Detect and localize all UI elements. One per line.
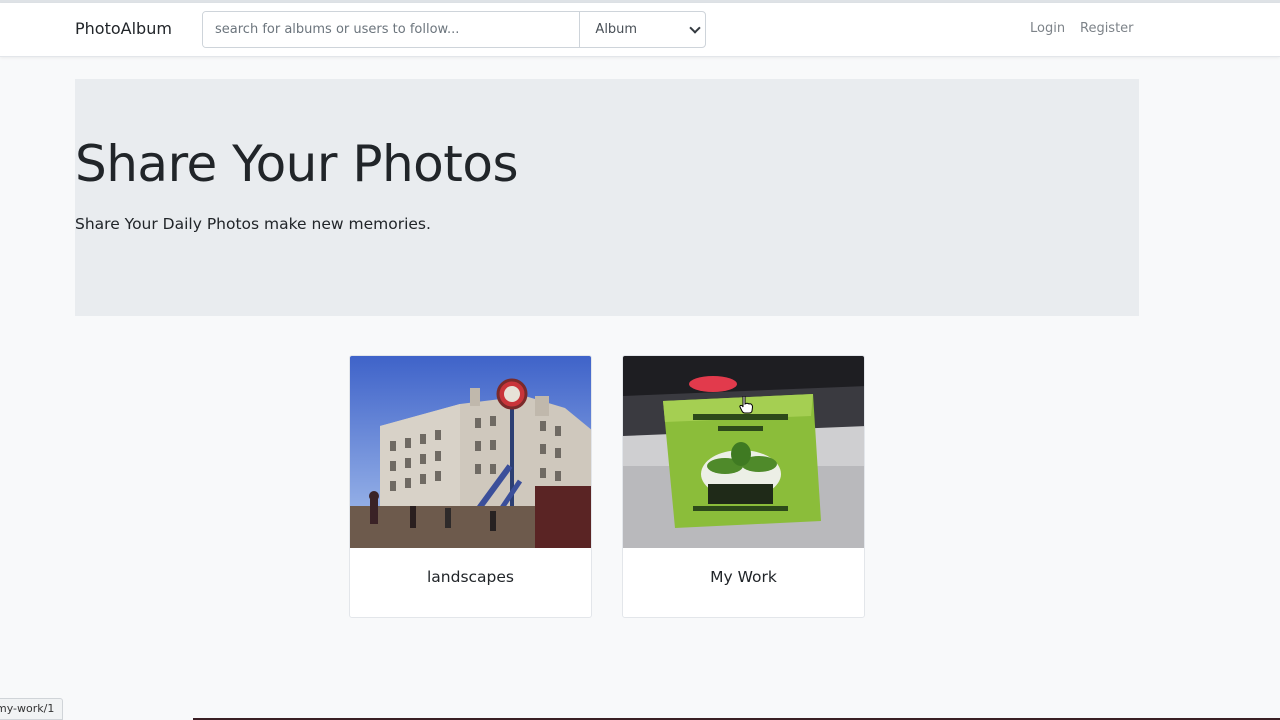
album-thumbnail-landscapes[interactable] xyxy=(350,356,591,548)
hero-title: Share Your Photos xyxy=(75,135,519,193)
album-thumbnail-my-work[interactable] xyxy=(623,356,864,548)
brand-logo-link[interactable]: PhotoAlbum xyxy=(75,19,172,38)
hero-lead: Share Your Daily Photos make new memorie… xyxy=(75,215,431,233)
search-group: Album xyxy=(202,11,706,48)
chevron-down-icon xyxy=(689,21,701,34)
album-card-landscapes[interactable]: landscapes xyxy=(349,355,592,618)
status-url: my-work/1 xyxy=(0,702,55,715)
album-card-my-work[interactable]: My Work xyxy=(622,355,865,618)
album-title-my-work[interactable]: My Work xyxy=(623,568,864,586)
hero-section: Share Your Photos Share Your Daily Photo… xyxy=(75,79,1139,316)
browser-status-bar: my-work/1 xyxy=(0,698,64,720)
register-link[interactable]: Register xyxy=(1080,21,1134,36)
album-photo-building xyxy=(350,356,591,548)
album-title-landscapes[interactable]: landscapes xyxy=(350,568,591,586)
login-link[interactable]: Login xyxy=(1030,21,1065,36)
search-input[interactable] xyxy=(203,12,580,47)
album-photo-tea-box xyxy=(623,356,864,548)
search-type-select[interactable]: Album xyxy=(579,12,705,47)
navbar: PhotoAlbum Album Login Register xyxy=(0,3,1280,57)
hand-pointer-cursor-icon xyxy=(739,396,753,414)
search-type-selected: Album xyxy=(595,22,638,37)
